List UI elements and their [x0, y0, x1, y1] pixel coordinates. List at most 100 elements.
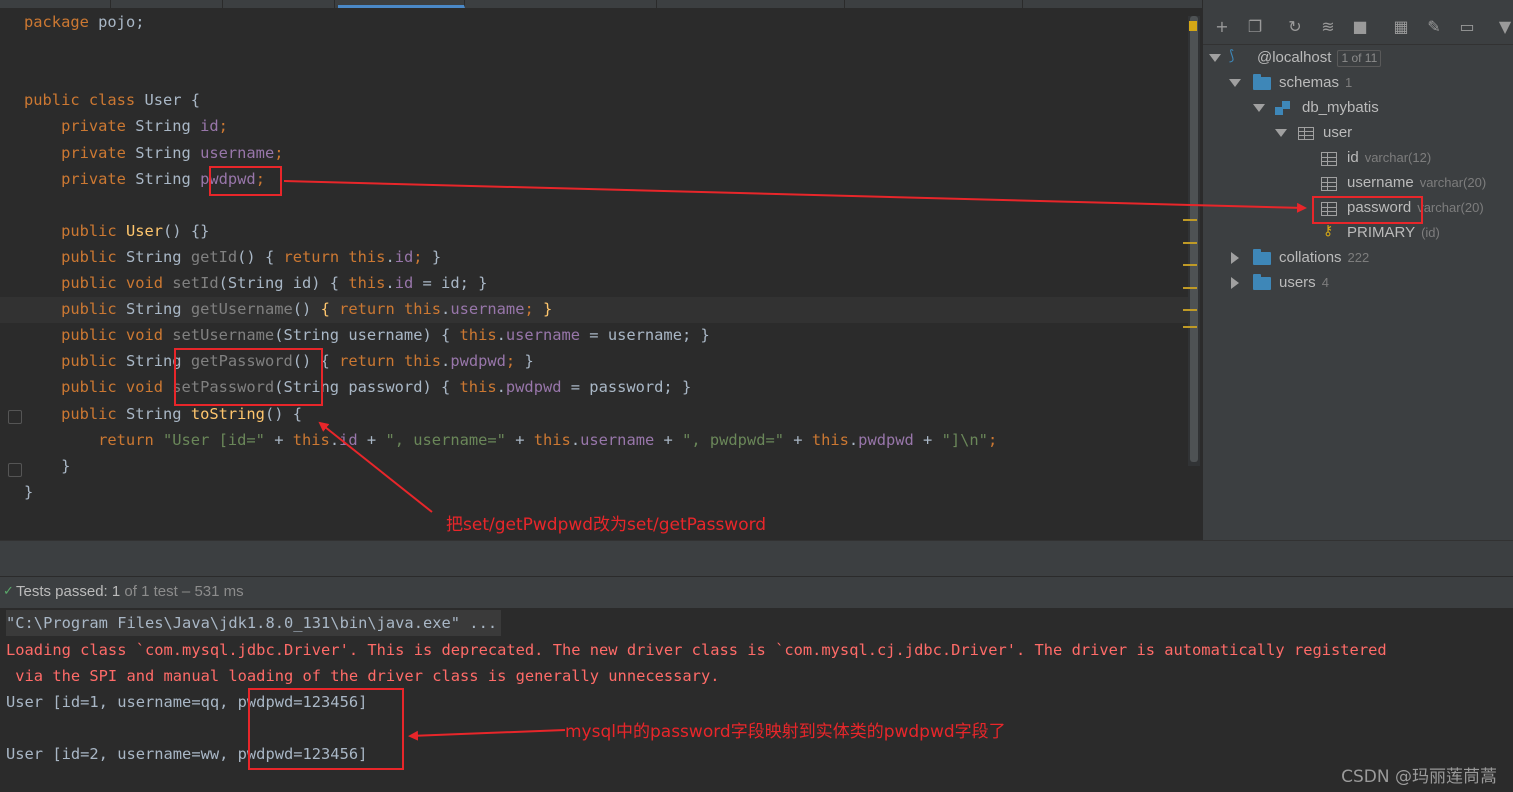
expand-arrow-icon[interactable]: [1209, 54, 1221, 62]
table-icon: [1298, 127, 1314, 140]
code-token: this: [459, 378, 497, 397]
tree-collations[interactable]: collations 222: [1279, 246, 1369, 270]
tree-schemas[interactable]: schemas 1: [1279, 71, 1352, 95]
code-token: pwdpwd: [450, 352, 506, 371]
code-token: public class: [24, 91, 145, 110]
code-token: private: [24, 169, 136, 188]
code-line: private String username;: [24, 140, 283, 166]
run-console[interactable]: "C:\Program Files\Java\jdk1.8.0_131\bin\…: [0, 608, 1513, 792]
code-line: public void setPassword(String password)…: [24, 374, 691, 400]
code-token: User: [125, 221, 164, 240]
tree-index-primary[interactable]: PRIMARY (id): [1347, 221, 1440, 245]
code-line: public User() {}: [24, 218, 209, 244]
scroll-marker[interactable]: [1183, 287, 1197, 289]
panel-divider[interactable]: [0, 540, 1513, 576]
collations-count: 222: [1347, 250, 1370, 265]
code-token: toString: [190, 404, 265, 423]
editor-tab-strip: [0, 0, 1203, 8]
editor-tab[interactable]: [224, 0, 335, 8]
editor-tab[interactable]: [1024, 0, 1203, 8]
expand-arrow-icon[interactable]: [1229, 79, 1241, 87]
expand-arrow-icon[interactable]: [1253, 104, 1265, 112]
database-panel: + ❐ ↻ ≋ ■ ▦ ✎ ▭ ▼ ⟆ @localhost 1 of 11 sc…: [1202, 0, 1513, 540]
editor-tab[interactable]: [0, 0, 111, 8]
code-token: id: [339, 430, 358, 449]
editor-tab[interactable]: [112, 0, 223, 8]
code-token: "User [id=": [163, 430, 265, 449]
code-editor[interactable]: package pojo; public class User { private…: [0, 8, 1202, 538]
schemas-count: 1: [1345, 75, 1353, 90]
code-token: +: [784, 430, 812, 449]
code-token: setUsername: [172, 326, 275, 345]
tree-table-user[interactable]: user: [1323, 121, 1352, 145]
fold-marker-icon[interactable]: [8, 410, 22, 424]
collapse-arrow-icon[interactable]: [1231, 277, 1239, 289]
code-token: String: [125, 404, 191, 423]
console-warning-line: via the SPI and manual loading of the dr…: [6, 667, 720, 685]
add-icon[interactable]: +: [1213, 18, 1231, 36]
refresh-icon[interactable]: ↻: [1286, 18, 1304, 36]
scroll-marker[interactable]: [1183, 264, 1197, 266]
column-type: varchar(20): [1419, 175, 1487, 190]
sql-console-icon[interactable]: ▭: [1458, 18, 1476, 36]
scroll-marker[interactable]: [1183, 242, 1197, 244]
copy-icon[interactable]: ❐: [1246, 18, 1264, 36]
tree-database[interactable]: db_mybatis: [1302, 96, 1379, 120]
filter-icon[interactable]: ▼: [1496, 18, 1513, 36]
code-token: ;: [524, 300, 544, 319]
tree-users[interactable]: users 4: [1279, 271, 1329, 295]
code-token: pojo;: [98, 13, 145, 31]
edit-icon[interactable]: ✎: [1425, 18, 1443, 36]
schema-sync-icon[interactable]: ≋: [1319, 18, 1337, 36]
code-token: +: [654, 430, 683, 449]
code-token: () {: [237, 247, 284, 266]
code-token: ", pwdpwd=": [682, 430, 784, 449]
host-label: @localhost: [1257, 49, 1332, 66]
tree-column-username[interactable]: username varchar(20): [1347, 171, 1486, 195]
code-token: .: [496, 326, 506, 345]
code-token: (String username) {: [274, 326, 460, 345]
stop-icon[interactable]: ■: [1351, 18, 1369, 36]
code-token: public: [24, 300, 126, 319]
code-token: public: [24, 352, 126, 371]
editor-tab[interactable]: [846, 0, 1023, 8]
fold-marker-icon[interactable]: [8, 463, 22, 477]
code-token: User {: [144, 91, 201, 110]
warning-indicator-icon[interactable]: [1189, 21, 1197, 31]
code-token: return this: [339, 352, 442, 371]
editor-tab[interactable]: [658, 0, 845, 8]
code-token: public void: [24, 274, 173, 292]
code-token: .: [441, 300, 451, 319]
column-icon: [1321, 177, 1337, 191]
collapse-arrow-icon[interactable]: [1231, 252, 1239, 264]
collations-label: collations: [1279, 249, 1342, 266]
code-token: ", username=": [385, 430, 506, 449]
code-token: .: [848, 430, 859, 449]
schemas-label: schemas: [1279, 74, 1340, 91]
editor-tab[interactable]: [466, 0, 657, 8]
key-icon: ⚷: [1323, 223, 1334, 239]
editor-scrollbar[interactable]: [1188, 16, 1200, 466]
watermark: CSDN @玛丽莲茼蒿: [1341, 767, 1497, 787]
database-toolbar: + ❐ ↻ ≋ ■ ▦ ✎ ▭ ▼: [1203, 10, 1513, 45]
passed-count: 1: [111, 583, 121, 600]
highlight-box-getter-setter: [174, 348, 323, 406]
code-token: () {: [264, 404, 303, 423]
code-token: private: [24, 143, 136, 162]
users-label: users: [1279, 274, 1316, 291]
tree-host[interactable]: @localhost 1 of 11: [1257, 46, 1382, 70]
code-token: .: [570, 430, 581, 449]
tree-column-id[interactable]: id varchar(12): [1347, 146, 1431, 170]
checkmark-icon: ✓: [3, 584, 14, 599]
code-token: this: [459, 326, 497, 345]
column-type: varchar(12): [1364, 150, 1432, 165]
expand-arrow-icon[interactable]: [1275, 129, 1287, 137]
scroll-marker[interactable]: [1183, 309, 1197, 311]
table-view-icon[interactable]: ▦: [1392, 18, 1410, 36]
scroll-marker[interactable]: [1183, 326, 1197, 328]
editor-tab-active[interactable]: [338, 0, 465, 8]
scroll-marker[interactable]: [1183, 219, 1197, 221]
primary-key-column-icon: [1321, 152, 1337, 166]
code-token: }: [24, 482, 34, 501]
code-token: private: [24, 117, 136, 136]
